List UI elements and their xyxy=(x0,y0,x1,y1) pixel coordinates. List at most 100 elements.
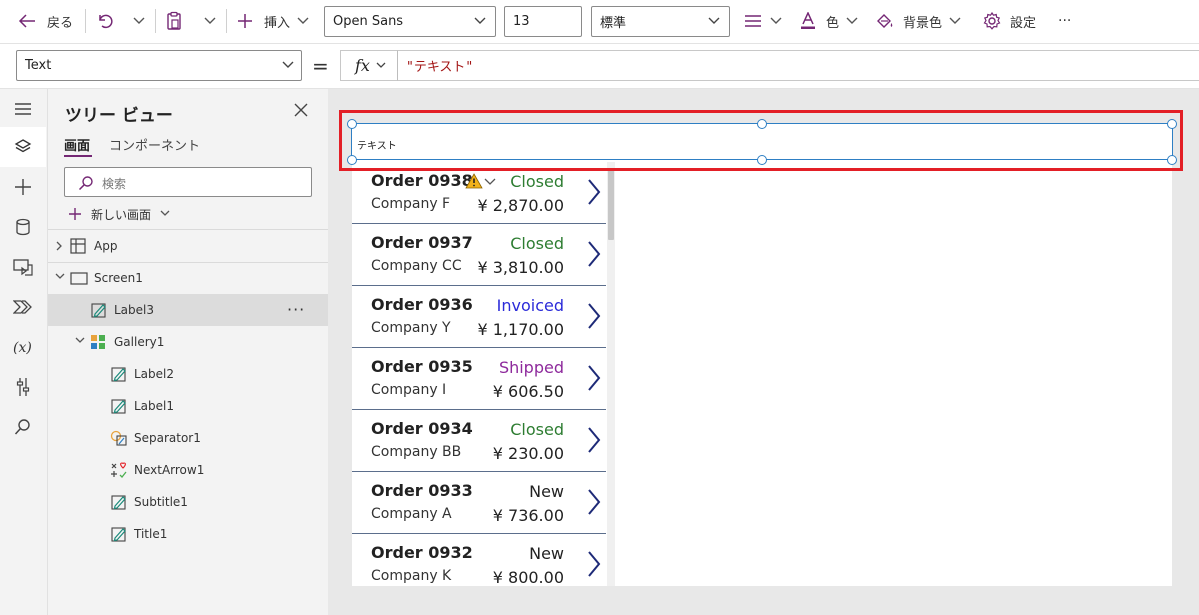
media-button[interactable] xyxy=(0,247,46,287)
close-tree-button[interactable] xyxy=(294,102,308,121)
insert-label: 挿入 xyxy=(264,15,291,31)
chevron-right-icon[interactable] xyxy=(586,488,602,516)
search-rail-button[interactable] xyxy=(0,407,46,447)
chevron-right-icon[interactable] xyxy=(586,426,602,454)
tree-node-subtitle1[interactable]: Subtitle1 xyxy=(48,486,328,518)
back-label: 戻る xyxy=(47,15,74,31)
gallery-row[interactable]: Order 0935 Company I Shipped ¥ 606.50 xyxy=(352,348,606,410)
resize-handle[interactable] xyxy=(757,119,767,129)
chevron-down-icon xyxy=(846,17,858,24)
chevron-down-icon xyxy=(297,17,309,24)
fill-color-button[interactable]: 背景色 xyxy=(876,0,962,42)
formula-input[interactable]: "テキスト" xyxy=(398,50,1199,81)
advanced-tools-button[interactable] xyxy=(0,367,46,407)
chevron-right-icon[interactable] xyxy=(586,240,602,268)
chevron-right-icon[interactable] xyxy=(586,364,602,392)
more-commands-button[interactable]: ··· xyxy=(1058,0,1071,42)
undo-menu-button[interactable] xyxy=(132,0,146,42)
variables-button[interactable]: (x) xyxy=(0,327,46,367)
tree-node-label1[interactable]: Label1 xyxy=(48,390,328,422)
fx-button[interactable]: fx xyxy=(340,50,398,81)
order-amount: ¥ 2,870.00 xyxy=(477,196,564,215)
tree-view-button[interactable] xyxy=(0,127,46,167)
tab-screens[interactable]: 画面 xyxy=(64,135,90,154)
hamburger-button[interactable] xyxy=(0,89,46,129)
back-button[interactable]: 戻る xyxy=(18,0,73,42)
gallery-row[interactable]: Order 0933 Company A New ¥ 736.00 xyxy=(352,472,606,534)
font-color-button[interactable]: 色 xyxy=(800,0,859,42)
scrollbar-thumb[interactable] xyxy=(608,170,614,240)
paste-button[interactable] xyxy=(165,0,183,42)
paste-menu-button[interactable] xyxy=(203,0,217,42)
tree-search-input[interactable]: 検索 xyxy=(64,167,312,197)
resize-handle[interactable] xyxy=(347,155,357,165)
resize-handle[interactable] xyxy=(347,119,357,129)
chevron-down-icon xyxy=(75,337,85,343)
tree-node-label: Label1 xyxy=(134,399,175,413)
tree-node-title1[interactable]: Title1 xyxy=(48,518,328,550)
fx-label: fx xyxy=(355,56,370,75)
order-title: Order 0934 xyxy=(371,419,473,438)
power-automate-button[interactable] xyxy=(0,287,46,327)
gallery-scrollbar[interactable] xyxy=(607,162,615,586)
new-screen-button[interactable]: 新しい画面 xyxy=(68,204,171,224)
command-bar: 戻る 挿入 Open Sans 13 標準 色 背景色 設定 ··· xyxy=(0,0,1199,44)
text-align-button[interactable] xyxy=(744,0,783,42)
font-family-dropdown[interactable]: Open Sans xyxy=(324,6,496,37)
tree-node-separator1[interactable]: Separator1 xyxy=(48,422,328,454)
company-name: Company I xyxy=(371,382,447,398)
chevron-right-icon[interactable] xyxy=(586,550,602,578)
resize-handle[interactable] xyxy=(1167,155,1177,165)
tree-node-nextarrow1[interactable]: NextArrow1 xyxy=(48,454,328,486)
chevron-down-icon xyxy=(708,17,720,24)
resize-handle[interactable] xyxy=(1167,119,1177,129)
resize-handle[interactable] xyxy=(757,155,767,165)
tree-node-label: App xyxy=(94,239,118,253)
plus-icon xyxy=(238,14,252,28)
paint-bucket-icon xyxy=(877,14,893,28)
tree-node-gallery1[interactable]: Gallery1 xyxy=(48,326,328,358)
font-weight-dropdown[interactable]: 標準 xyxy=(591,6,730,37)
font-size-input[interactable]: 13 xyxy=(504,6,582,37)
order-status: Invoiced xyxy=(496,296,564,315)
font-color-icon xyxy=(801,12,815,29)
property-dropdown[interactable]: Text xyxy=(16,50,302,81)
insert-button[interactable]: 挿入 xyxy=(237,0,310,42)
new-screen-label: 新しい画面 xyxy=(91,207,152,222)
node-more-button[interactable]: ··· xyxy=(287,300,305,319)
gallery1[interactable]: Order 0938 Company F Closed ¥ 2,870.00 O… xyxy=(352,162,615,586)
undo-icon xyxy=(99,14,113,29)
clipboard-icon xyxy=(167,11,181,30)
chevron-down-icon xyxy=(204,17,216,24)
chevron-down-icon xyxy=(949,17,961,24)
screen-icon xyxy=(70,272,88,285)
gallery-row[interactable]: Order 0936 Company Y Invoiced ¥ 1,170.00 xyxy=(352,286,606,348)
power-automate-icon xyxy=(13,300,32,314)
fill-color-label: 背景色 xyxy=(903,15,943,31)
gallery-row[interactable]: Order 0934 Company BB Closed ¥ 230.00 xyxy=(352,410,606,472)
tree-node-label: Label3 xyxy=(114,303,155,317)
gallery-row[interactable]: Order 0932 Company K New ¥ 800.00 xyxy=(352,534,606,586)
chevron-right-icon[interactable] xyxy=(586,178,602,206)
gallery-row[interactable]: Order 0937 Company CC Closed ¥ 3,810.00 xyxy=(352,224,606,286)
font-color-label: 色 xyxy=(826,15,840,31)
tab-components[interactable]: コンポーネント xyxy=(109,135,200,154)
order-status: New xyxy=(529,544,564,563)
chevron-right-icon[interactable] xyxy=(586,302,602,330)
tree-node-screen1[interactable]: Screen1 xyxy=(48,262,328,294)
gallery-row[interactable]: Order 0938 Company F Closed ¥ 2,870.00 xyxy=(352,162,606,224)
tools-icon xyxy=(16,378,30,396)
company-name: Company CC xyxy=(371,258,462,274)
tree-view-pane: ツリー ビュー 画面 コンポーネント 検索 新しい画面 App Screen1 … xyxy=(48,89,328,615)
settings-button[interactable]: 設定 xyxy=(983,0,1036,42)
company-name: Company Y xyxy=(371,320,451,336)
data-button[interactable] xyxy=(0,207,46,247)
order-title: Order 0935 xyxy=(371,357,473,376)
tree-node-label3[interactable]: Label3 ··· xyxy=(48,294,328,326)
insert-rail-button[interactable] xyxy=(0,167,46,207)
tree-node-label2[interactable]: Label2 xyxy=(48,358,328,390)
font-weight-value: 標準 xyxy=(600,16,627,31)
undo-button[interactable] xyxy=(96,0,114,42)
tree-node-app[interactable]: App xyxy=(48,230,328,262)
chevron-right-icon xyxy=(56,241,62,251)
